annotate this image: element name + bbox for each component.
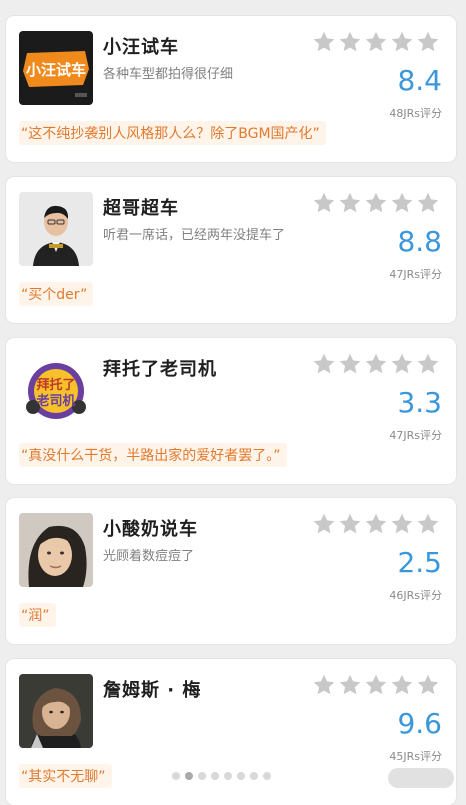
pager-dot[interactable] xyxy=(237,772,245,780)
rating-card[interactable]: 超哥超车 听君一席话，已经两年没提车了 8.8 47JRs评分 “买个der” xyxy=(6,177,456,323)
rating-count: 46JRs评分 xyxy=(389,589,442,602)
star-icon[interactable] xyxy=(312,30,336,54)
star-icon[interactable] xyxy=(364,512,388,536)
star-icon[interactable] xyxy=(390,512,414,536)
top-comment: “买个der” xyxy=(19,282,94,306)
star-icon[interactable] xyxy=(390,191,414,215)
rating-score: 3.3 xyxy=(397,386,442,419)
channel-description: 光顾着数痘痘了 xyxy=(103,549,195,564)
star-icon[interactable] xyxy=(390,352,414,376)
star-icon[interactable] xyxy=(390,673,414,697)
rating-count: 45JRs评分 xyxy=(389,750,442,763)
star-icon[interactable] xyxy=(416,30,440,54)
rating-count: 47JRs评分 xyxy=(389,268,442,281)
man-photo-avatar xyxy=(19,192,93,266)
star-icon[interactable] xyxy=(364,30,388,54)
rating-card[interactable]: 拜托了 老司机 拜托了老司机 3.3 47JRs评分 “真没什么干货，半路出家的… xyxy=(6,338,456,484)
channel-name: 小汪试车 xyxy=(103,37,179,58)
woman-photo-avatar xyxy=(19,513,93,587)
star-icon[interactable] xyxy=(338,191,362,215)
star-icon[interactable] xyxy=(338,30,362,54)
star-rating[interactable] xyxy=(312,352,440,376)
top-comment: “润” xyxy=(19,603,56,627)
pager-dot[interactable] xyxy=(172,772,180,780)
carousel-pager[interactable] xyxy=(172,772,271,780)
star-icon[interactable] xyxy=(338,673,362,697)
svg-text:小汪试车: 小汪试车 xyxy=(26,61,86,79)
star-icon[interactable] xyxy=(364,352,388,376)
pager-dot-active[interactable] xyxy=(185,772,193,780)
channel-name: 小酸奶说车 xyxy=(103,519,198,540)
man-longhair-avatar xyxy=(19,674,93,748)
star-icon[interactable] xyxy=(416,673,440,697)
pager-dot[interactable] xyxy=(211,772,219,780)
top-comment: “其实不无聊” xyxy=(19,764,112,788)
star-icon[interactable] xyxy=(312,191,336,215)
pager-dot[interactable] xyxy=(198,772,206,780)
svg-text:老司机: 老司机 xyxy=(35,393,75,409)
channel-description: 听君一席话，已经两年没提车了 xyxy=(103,228,286,243)
channel-description: 各种车型都拍得很仔细 xyxy=(103,67,234,82)
star-icon[interactable] xyxy=(364,191,388,215)
channel-name: 詹姆斯 · 梅 xyxy=(103,680,202,701)
rating-score: 2.5 xyxy=(397,546,442,579)
star-icon[interactable] xyxy=(338,512,362,536)
svg-text:拜托了: 拜托了 xyxy=(36,377,75,393)
rating-score: 8.8 xyxy=(397,225,442,258)
star-icon[interactable] xyxy=(338,352,362,376)
top-comment: “真没什么干货，半路出家的爱好者罢了。” xyxy=(19,443,287,467)
rating-score: 9.6 xyxy=(397,707,442,740)
star-icon[interactable] xyxy=(416,191,440,215)
channel-name: 超哥超车 xyxy=(103,198,179,219)
show-logo-avatar: 拜托了 老司机 xyxy=(19,353,93,427)
star-icon[interactable] xyxy=(416,352,440,376)
rating-score: 8.4 xyxy=(397,64,442,97)
star-icon[interactable] xyxy=(390,30,414,54)
top-comment: “这不纯抄袭别人风格那人么？除了BGM国产化” xyxy=(19,121,326,145)
star-icon[interactable] xyxy=(416,512,440,536)
watermark-overlay xyxy=(388,768,454,788)
star-rating[interactable] xyxy=(312,673,440,697)
pager-dot[interactable] xyxy=(250,772,258,780)
rating-card[interactable]: 小汪试车 小汪试车 各种车型都拍得很仔细 8.4 48JRs评分 “这不纯抄袭别… xyxy=(6,16,456,162)
star-rating[interactable] xyxy=(312,512,440,536)
rating-count: 47JRs评分 xyxy=(389,429,442,442)
logo-avatar: 小汪试车 xyxy=(19,31,93,105)
rating-card[interactable]: 小酸奶说车 光顾着数痘痘了 2.5 46JRs评分 “润” xyxy=(6,498,456,644)
pager-dot[interactable] xyxy=(224,772,232,780)
star-icon[interactable] xyxy=(312,512,336,536)
star-rating[interactable] xyxy=(312,191,440,215)
star-icon[interactable] xyxy=(364,673,388,697)
channel-name: 拜托了老司机 xyxy=(103,359,217,380)
pager-dot[interactable] xyxy=(263,772,271,780)
star-rating[interactable] xyxy=(312,30,440,54)
star-icon[interactable] xyxy=(312,352,336,376)
rating-count: 48JRs评分 xyxy=(389,107,442,120)
star-icon[interactable] xyxy=(312,673,336,697)
